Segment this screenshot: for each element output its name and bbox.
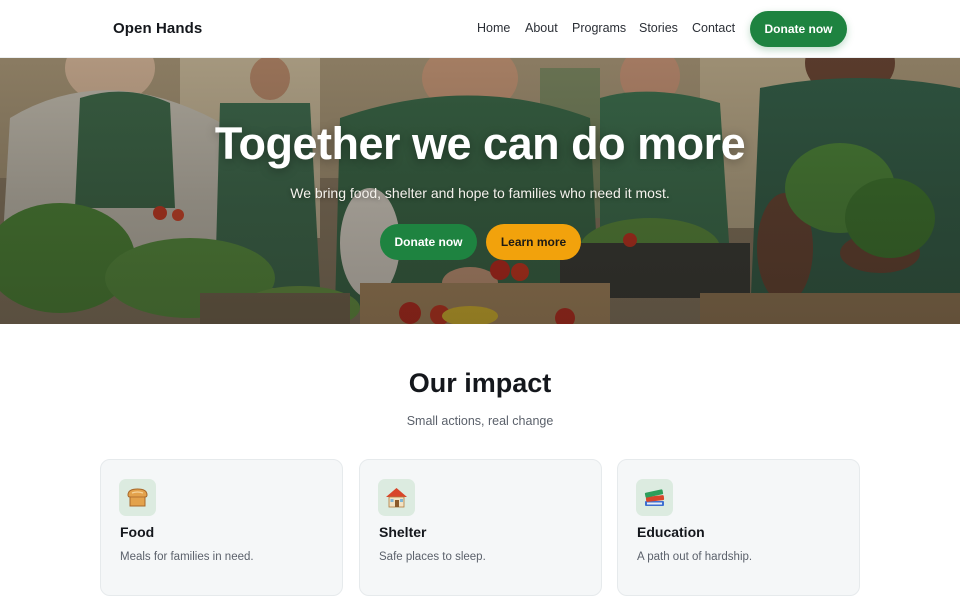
nav-programs[interactable]: Programs (572, 21, 626, 35)
hero-section: Together we can do more We bring food, s… (0, 58, 960, 324)
hero-donate-button[interactable]: Donate now (380, 224, 477, 260)
card-title: Shelter (379, 524, 427, 540)
impact-card-food: Food Meals for families in need. (100, 459, 343, 596)
card-description: Safe places to sleep. (379, 551, 486, 563)
card-title: Food (120, 524, 155, 540)
nav-home[interactable]: Home (477, 21, 510, 35)
card-description: A path out of hardship. (637, 551, 753, 563)
card-title: Education (637, 524, 705, 540)
bread-icon (119, 479, 156, 516)
impact-card-shelter: Shelter Safe places to sleep. (359, 459, 602, 596)
hero-learn-more-button[interactable]: Learn more (486, 224, 581, 260)
nav-stories[interactable]: Stories (639, 21, 678, 35)
card-description: Meals for families in need. (120, 551, 254, 563)
impact-card-education: Education A path out of hardship. (617, 459, 860, 596)
hero-subtitle: We bring food, shelter and hope to famil… (290, 185, 670, 201)
impact-title: Our impact (408, 368, 552, 398)
site-header: Open Hands Home About Programs Stories C… (0, 0, 960, 58)
books-icon (636, 479, 673, 516)
header-donate-button[interactable]: Donate now (750, 11, 847, 47)
brand-logo[interactable]: Open Hands (113, 20, 202, 37)
nav-about[interactable]: About (525, 21, 558, 35)
house-icon (378, 479, 415, 516)
hero-title: Together we can do more (214, 118, 746, 169)
nav-contact[interactable]: Contact (692, 21, 735, 35)
impact-subtitle: Small actions, real change (406, 414, 554, 428)
